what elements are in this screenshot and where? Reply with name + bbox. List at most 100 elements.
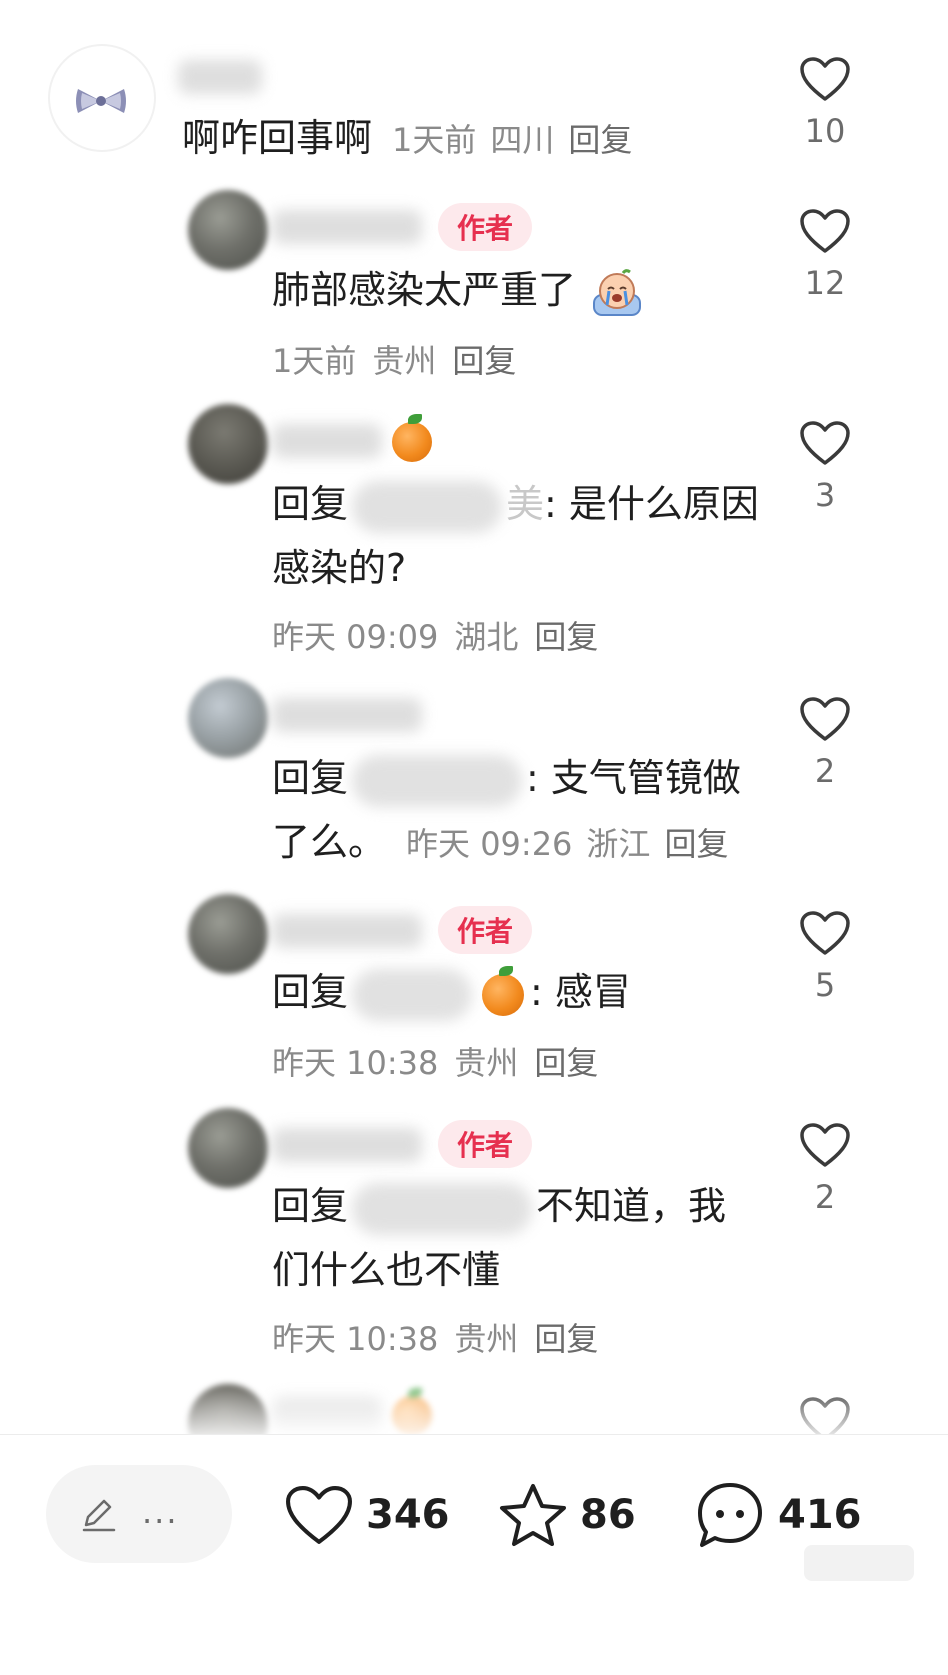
reply-button[interactable]: 回复 <box>452 342 516 380</box>
pencil-icon <box>82 1499 116 1532</box>
heart-icon <box>800 911 850 955</box>
watermark <box>804 1545 914 1581</box>
comment-time: 昨天 10:38 <box>272 1044 439 1082</box>
comment-meta: 昨天 10:38 贵州 回复 <box>272 1038 598 1084</box>
favorite-button[interactable]: 86 <box>498 1475 636 1555</box>
avatar[interactable] <box>188 404 268 484</box>
avatar[interactable] <box>48 44 156 152</box>
comment-time: 昨天 10:38 <box>272 1320 439 1358</box>
avatar[interactable] <box>188 1108 268 1188</box>
mentioned-user-redacted[interactable] <box>352 1182 533 1235</box>
like-post-button[interactable]: 346 <box>284 1475 450 1555</box>
reply-button[interactable]: 回复 <box>568 121 632 159</box>
avatar[interactable] <box>188 894 268 974</box>
comment-body: 肺部感染太严重了 <box>272 258 644 322</box>
like-count: 10 <box>804 112 846 150</box>
comment-location: 湖北 <box>454 618 519 656</box>
like-count: 2 <box>814 752 836 790</box>
username-redacted[interactable] <box>272 210 422 244</box>
comment-input[interactable]: ... <box>46 1465 232 1563</box>
heart-icon <box>800 697 850 741</box>
bow-icon <box>76 89 126 113</box>
like-button[interactable]: 12 <box>790 208 860 302</box>
comment-meta: 昨天 09:26 浙江 回复 <box>406 825 728 863</box>
comment-text: 们什么也不懂 <box>272 1248 501 1292</box>
mentioned-user-redacted[interactable] <box>352 968 473 1021</box>
scroll-fade <box>0 1380 948 1434</box>
reply-button[interactable]: 回复 <box>534 1320 598 1358</box>
reply-prefix: 回复 <box>272 756 349 800</box>
like-button[interactable]: 3 <box>790 420 860 514</box>
reply-prefix: 回复 <box>272 970 349 1014</box>
comment-time: 1天前 <box>392 121 477 159</box>
chat-bubble-icon <box>698 1483 762 1547</box>
favorite-count: 86 <box>580 1492 636 1538</box>
orange-emoji-icon <box>482 965 525 1016</box>
reply-button[interactable]: 回复 <box>534 1044 598 1082</box>
comment-text: 啊咋回事啊 <box>182 116 373 160</box>
mentioned-user-redacted[interactable] <box>352 754 523 807</box>
comment-body: 回复 : 支气管镜做 <box>272 746 741 810</box>
author-badge: 作者 <box>438 203 532 251</box>
username-redacted[interactable] <box>178 60 262 94</box>
comments-button[interactable]: 416 <box>694 1475 862 1555</box>
author-badge: 作者 <box>438 1120 532 1168</box>
comment-time: 1天前 <box>272 342 357 380</box>
bottom-action-bar: ... 346 86 416 <box>0 1434 948 1675</box>
username-redacted[interactable] <box>272 1128 422 1162</box>
comment-count: 416 <box>778 1492 862 1538</box>
mentioned-user-redacted[interactable] <box>352 480 503 533</box>
comment-location: 贵州 <box>454 1044 519 1082</box>
comment-location: 四川 <box>490 121 555 159</box>
comment-location: 浙江 <box>586 825 651 863</box>
comment-body: 啊咋回事啊 1天前 四川 回复 <box>182 106 632 172</box>
comment-text: 了么。 <box>272 820 387 864</box>
heart-icon <box>286 1486 352 1544</box>
comment-text: 感染的? <box>272 546 407 590</box>
comment-body-continued: 们什么也不懂 <box>272 1238 500 1302</box>
like-count: 12 <box>804 264 846 302</box>
comment-meta: 昨天 10:38 贵州 回复 <box>272 1314 598 1360</box>
like-count: 2 <box>814 1178 836 1216</box>
comment-text: : 支气管镜做 <box>526 756 741 800</box>
like-button[interactable]: 2 <box>790 1122 860 1216</box>
star-icon <box>500 1484 566 1546</box>
comment-text: 不知道，我 <box>536 1184 727 1228</box>
username-redacted[interactable] <box>272 424 382 458</box>
comment-meta: 1天前 四川 回复 <box>392 121 632 159</box>
comment-text: : 是什么原因 <box>544 482 759 526</box>
username-redacted[interactable] <box>272 914 422 948</box>
reply-prefix: 回复 <box>272 482 349 526</box>
orange-emoji-icon <box>392 414 432 462</box>
author-badge: 作者 <box>438 906 532 954</box>
comment-time: 昨天 09:09 <box>272 618 439 656</box>
reply-button[interactable]: 回复 <box>534 618 598 656</box>
comment-body: 回复 美: 是什么原因 <box>272 472 759 536</box>
like-count: 346 <box>366 1492 450 1538</box>
reply-prefix: 回复 <box>272 1184 349 1228</box>
comment-location: 贵州 <box>372 342 437 380</box>
like-button[interactable]: 10 <box>790 56 860 150</box>
input-placeholder: ... <box>142 1493 179 1531</box>
mentioned-user-tail: 美 <box>506 482 545 526</box>
comment-location: 贵州 <box>454 1320 519 1358</box>
crying-face-icon <box>593 268 642 316</box>
like-count: 3 <box>814 476 836 514</box>
comment-body-continued: 感染的? <box>272 536 406 600</box>
username-redacted[interactable] <box>272 698 422 732</box>
comment-text: : 感冒 <box>530 970 631 1014</box>
reply-button[interactable]: 回复 <box>664 825 728 863</box>
avatar[interactable] <box>188 678 268 758</box>
heart-icon <box>800 421 850 465</box>
avatar[interactable] <box>188 190 268 270</box>
like-count: 5 <box>814 966 836 1004</box>
heart-icon <box>800 57 850 101</box>
comment-text: 肺部感染太严重了 <box>272 268 577 312</box>
comment-meta: 1天前 贵州 回复 <box>272 336 516 382</box>
comment-body-continued: 了么。 昨天 09:26 浙江 回复 <box>272 810 728 876</box>
comment-time: 昨天 09:26 <box>406 825 573 863</box>
comment-body: 回复 不知道，我 <box>272 1174 726 1238</box>
like-button[interactable]: 5 <box>790 910 860 1004</box>
like-button[interactable]: 2 <box>790 696 860 790</box>
heart-icon <box>800 1123 850 1167</box>
